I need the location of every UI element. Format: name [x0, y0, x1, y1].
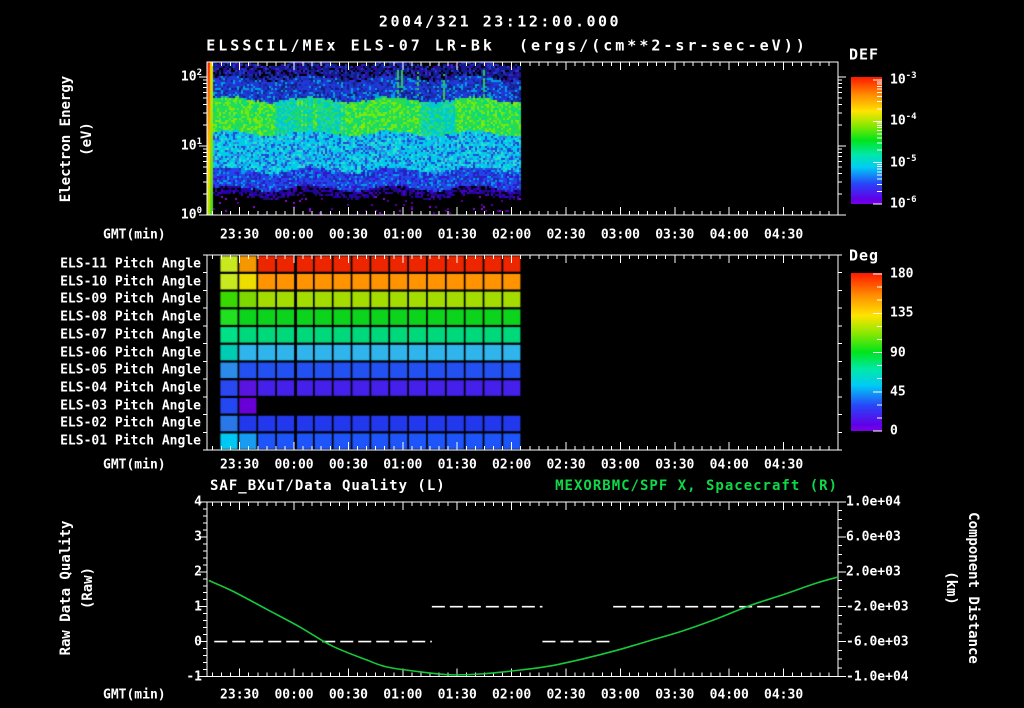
deg-colorbar-tick-label: 180: [890, 266, 914, 282]
time-tick-label-p1: 04:00: [709, 227, 749, 243]
time-tick-label-p3: 04:00: [709, 687, 749, 703]
p3-gmt-label: GMT(min): [103, 687, 166, 703]
pitch-row-label: ELS-06 Pitch Angle: [60, 345, 201, 360]
time-tick-label-p2: 00:00: [274, 457, 314, 473]
time-tick-label-p2: 00:30: [328, 457, 368, 473]
p3-value-ticks: [199, 501, 846, 677]
p3-left-ylabel-line2: (Raw): [80, 566, 96, 610]
data-quality-series: [214, 605, 820, 643]
time-tick-label-p2: 01:30: [437, 457, 477, 473]
p1-ytick-label: 100: [180, 206, 202, 223]
time-tick-label-p3: 01:30: [437, 687, 477, 703]
pitch-row-label: ELS-05 Pitch Angle: [60, 362, 201, 378]
def-colorbar-tick-label: 10-3: [890, 71, 917, 88]
time-tick-label-p2: 02:00: [492, 457, 532, 473]
p1-ylabel-line2: (eV): [79, 122, 95, 156]
pitch-row-label: ELS-11 Pitch Angle: [60, 256, 201, 272]
time-tick-label-p2: 03:30: [655, 457, 695, 473]
plot-subtitle: ELSSCIL/MEx ELS-07 LR-Bk (ergs/(cm**2-sr…: [206, 36, 808, 55]
p1-ylabel-line1: Electron Energy: [58, 75, 74, 203]
time-tick-label-p3: 02:30: [546, 687, 586, 703]
def-colorbar-tick-label: 10-6: [890, 195, 917, 212]
time-tick-label-p2: 23:30: [220, 457, 260, 473]
deg-colorbar-tick-label: 0: [890, 423, 898, 439]
p2-gmt-label: GMT(min): [103, 457, 166, 473]
p3-right-ylabel-line2: (km): [943, 571, 959, 605]
deg-colorbar-tick-label: 90: [890, 345, 906, 360]
time-tick-label-p3: 23:30: [220, 687, 260, 703]
def-colorbar-title: DEF: [849, 45, 880, 64]
time-tick-label-p1: 01:00: [383, 227, 423, 243]
deg-colorbar-tick-label: 45: [890, 384, 906, 400]
p1-ytick-label: 102: [180, 68, 202, 85]
pitch-angle-heatmap: [207, 255, 838, 450]
p3-left-ylabel-line1: Raw Data Quality: [58, 520, 74, 656]
time-tick-label-p3: 00:30: [328, 687, 368, 703]
p3-title-right: MEXORBMC/SPF X, Spacecraft (R): [555, 478, 838, 494]
p1-gmt-label: GMT(min): [103, 227, 166, 243]
time-tick-label-p1: 02:00: [492, 227, 532, 243]
pitch-row-label: ELS-03 Pitch Angle: [60, 398, 201, 414]
time-tick-label-p1: 02:30: [546, 227, 586, 243]
p3-title-left: SAF_BXuT/Data Quality (L): [210, 478, 446, 494]
p3-right-tick-label: -2.0e+03: [846, 599, 909, 615]
pitch-row-label: ELS-01 Pitch Angle: [60, 433, 201, 449]
p1-ytick-label: 101: [180, 137, 202, 154]
time-tick-label-p1: 00:00: [274, 227, 314, 243]
time-tick-label-p3: 00:00: [274, 687, 314, 703]
time-tick-label-p1: 01:30: [437, 227, 477, 243]
p3-left-tick-label: 4: [194, 494, 202, 510]
pitch-row-label: ELS-10 Pitch Angle: [60, 274, 201, 290]
time-tick-label-p3: 02:00: [492, 687, 532, 703]
spacecraft-distance-curve: [208, 576, 839, 676]
time-tick-label-p1: 04:30: [764, 227, 804, 243]
pitch-row-label: ELS-08 Pitch Angle: [60, 309, 201, 325]
time-tick-label-p3: 03:30: [655, 687, 695, 703]
deg-colorbar: [851, 273, 882, 431]
p3-left-tick-label: 1: [194, 599, 202, 615]
time-tick-label-p1: 03:30: [655, 227, 695, 243]
def-colorbar: [851, 77, 882, 204]
pitch-row-label: ELS-02 Pitch Angle: [60, 415, 201, 431]
p3-left-tick-label: 3: [194, 529, 202, 545]
p3-left-tick-label: 2: [194, 564, 202, 580]
time-tick-label-p2: 01:00: [383, 457, 423, 473]
time-tick-label-p1: 00:30: [328, 227, 368, 243]
pitch-row-label: ELS-09 Pitch Angle: [60, 291, 201, 307]
time-tick-label-p2: 04:30: [764, 457, 804, 473]
time-tick-label-p3: 03:00: [600, 687, 640, 703]
plot-page: 2004/321 23:12:00.000 ELSSCIL/MEx ELS-07…: [0, 0, 1024, 708]
p3-right-tick-label: 2.0e+03: [846, 564, 901, 580]
def-colorbar-tick-label: 10-5: [890, 153, 917, 171]
page-title: 2004/321 23:12:00.000: [378, 12, 622, 31]
p3-left-tick-label: 0: [194, 634, 202, 650]
p3-left-tick-label: -1: [186, 669, 202, 684]
p3-right-tick-label: 1.0e+04: [846, 494, 901, 510]
time-tick-label-p3: 01:00: [383, 687, 423, 703]
time-tick-label-p1: 23:30: [220, 227, 260, 243]
electron-energy-spectrogram: [207, 62, 838, 215]
deg-colorbar-title: Deg: [849, 246, 880, 265]
pitch-row-label: ELS-07 Pitch Angle: [60, 327, 201, 343]
time-tick-label-p2: 03:00: [600, 457, 640, 473]
time-tick-label-p3: 04:30: [764, 687, 804, 703]
time-tick-label-p2: 02:30: [546, 457, 586, 473]
p3-right-tick-label: 6.0e+03: [846, 529, 901, 545]
p3-right-ylabel-line1: Component Distance: [965, 512, 981, 664]
p3-right-tick-label: -1.0e+04: [846, 669, 909, 684]
time-tick-label-p1: 03:00: [600, 227, 640, 243]
def-colorbar-tick-label: 10-4: [890, 112, 917, 129]
deg-colorbar-tick-label: 135: [890, 305, 914, 321]
pitch-row-label: ELS-04 Pitch Angle: [60, 380, 201, 396]
p3-right-tick-label: -6.0e+03: [846, 634, 909, 650]
time-tick-label-p2: 04:00: [709, 457, 749, 473]
